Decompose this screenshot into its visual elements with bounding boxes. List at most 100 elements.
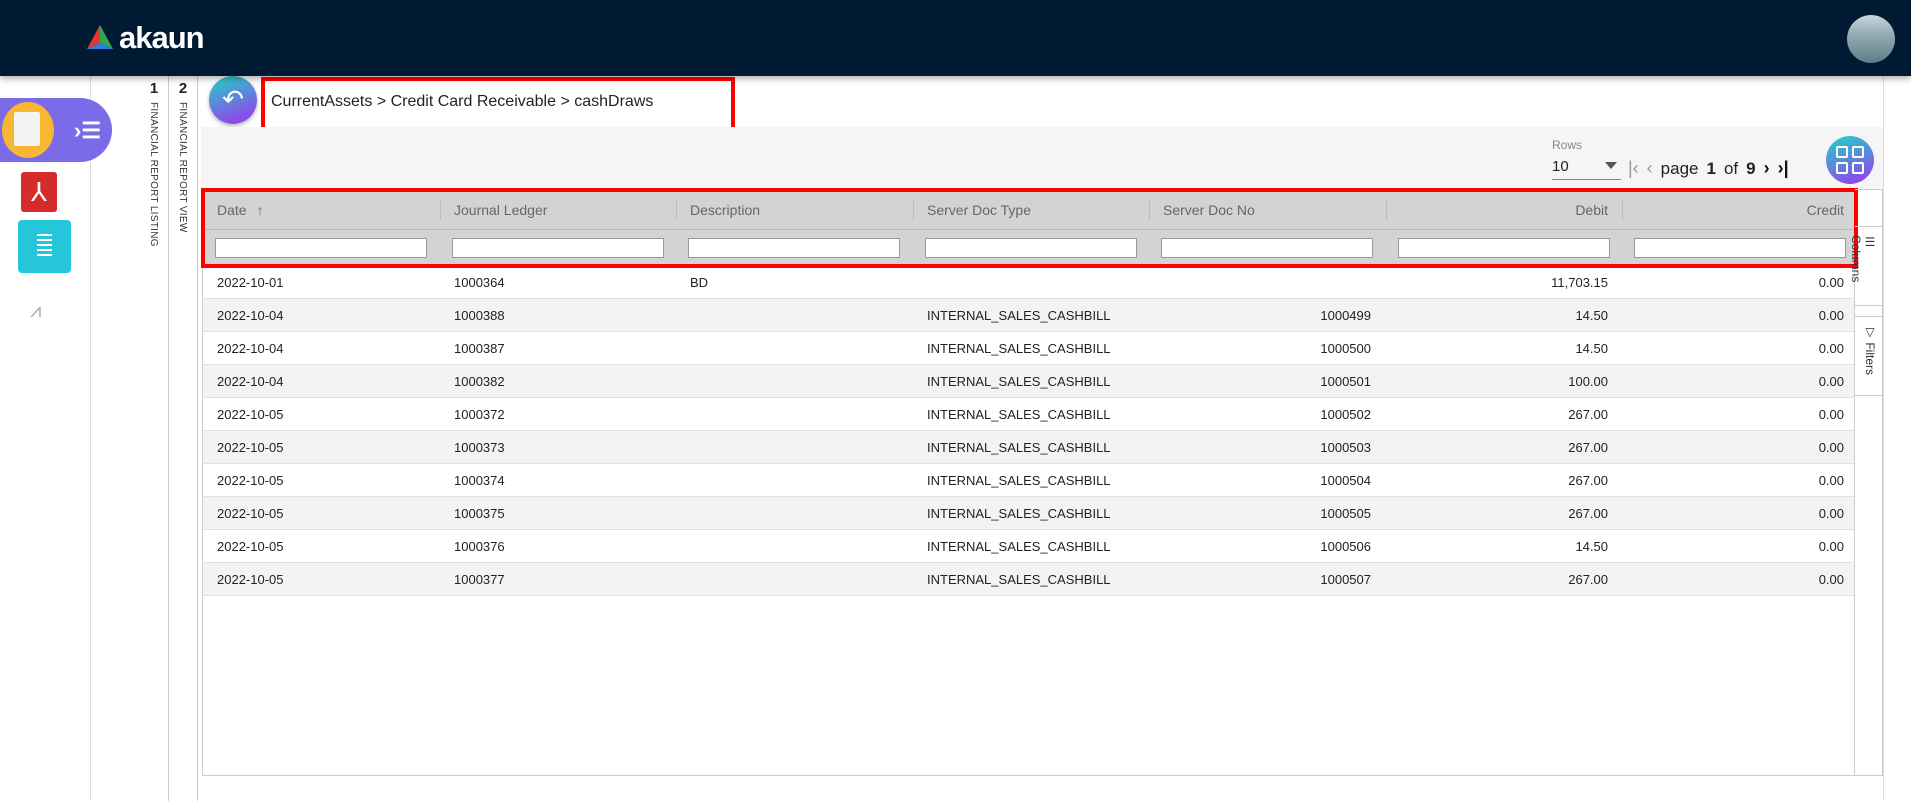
- cell-server-doc-type: INTERNAL_SALES_CASHBILL: [927, 406, 1111, 422]
- filters-panel-button[interactable]: ▽ Filters: [1855, 316, 1883, 396]
- sidebar-active-app[interactable]: ›☰: [0, 98, 112, 162]
- back-arrow-icon: ↶: [222, 84, 244, 114]
- column-header-server-doc-no[interactable]: Server Doc No: [1149, 190, 1385, 229]
- last-page-icon[interactable]: ›|: [1778, 158, 1789, 179]
- column-header-label: Description: [690, 201, 761, 218]
- cell-journal-ledger: 1000382: [454, 373, 505, 389]
- column-header-label: Server Doc No: [1163, 201, 1255, 218]
- table-row[interactable]: 2022-10-04 1000382 INTERNAL_SALES_CASHBILL…: [203, 365, 1854, 398]
- cell-date: 2022-10-04: [217, 340, 284, 356]
- cell-description: [676, 563, 912, 595]
- column-header-description[interactable]: Description: [676, 190, 912, 229]
- table-row[interactable]: 2022-10-05 1000375 INTERNAL_SALES_CASHBILL…: [203, 497, 1854, 530]
- column-header-credit[interactable]: Credit: [1622, 190, 1858, 229]
- table-row[interactable]: 2022-10-04 1000387 INTERNAL_SALES_CASHBILL…: [203, 332, 1854, 365]
- cell-server-doc-type: INTERNAL_SALES_CASHBILL: [927, 505, 1111, 521]
- column-resize-handle[interactable]: [1622, 200, 1623, 220]
- column-header-debit[interactable]: Debit: [1386, 190, 1622, 229]
- cell-description: [676, 530, 912, 562]
- cell-debit: 100.00: [1568, 373, 1608, 389]
- side-panel: ☰ Columns ▽ Filters: [1849, 189, 1883, 776]
- prev-page-icon[interactable]: ‹: [1647, 158, 1653, 179]
- filter-input-server-doc-no[interactable]: [1161, 238, 1373, 258]
- first-page-icon[interactable]: |‹: [1628, 158, 1639, 179]
- cell-credit: 0.00: [1818, 307, 1844, 323]
- column-header-journal-ledger[interactable]: Journal Ledger: [440, 190, 676, 229]
- cell-server-doc-no: 1000505: [1320, 505, 1371, 521]
- back-button[interactable]: ↶: [209, 76, 257, 124]
- column-header-server-doc-type[interactable]: Server Doc Type: [913, 190, 1149, 229]
- filter-input-server-doc-type[interactable]: [925, 238, 1137, 258]
- trend-chart-icon[interactable]: ⩘: [30, 300, 41, 323]
- table-row[interactable]: 2022-10-04 1000388 INTERNAL_SALES_CASHBILL…: [203, 299, 1854, 332]
- cell-server-doc-type: INTERNAL_SALES_CASHBILL: [927, 571, 1111, 587]
- filter-input-description[interactable]: [688, 238, 900, 258]
- tab-financial-report-listing[interactable]: 1 FINANCIAL REPORT LISTING: [140, 76, 169, 801]
- cell-server-doc-no: [1149, 266, 1385, 298]
- current-page: 1: [1706, 158, 1716, 178]
- table-row[interactable]: 2022-10-05 1000372 INTERNAL_SALES_CASHBILL…: [203, 398, 1854, 431]
- cell-description: [676, 332, 912, 364]
- cell-date: 2022-10-04: [217, 373, 284, 389]
- cell-date: 2022-10-05: [217, 472, 284, 488]
- cell-date: 2022-10-05: [217, 571, 284, 587]
- table-header: Date ↑ Journal Ledger Description Server Doc…: [203, 190, 1854, 230]
- cell-server-doc-no: 1000499: [1320, 307, 1371, 323]
- table-row[interactable]: 2022-10-05 1000373 INTERNAL_SALES_CASHBILL…: [203, 431, 1854, 464]
- cell-debit: 267.00: [1568, 406, 1608, 422]
- cell-date: 2022-10-04: [217, 307, 284, 323]
- tab-financial-report-view[interactable]: 2 FINANCIAL REPORT VIEW: [169, 76, 198, 801]
- rows-per-page-select[interactable]: 10: [1552, 156, 1621, 180]
- cell-description: BD: [690, 274, 709, 290]
- table-row[interactable]: 2022-10-05 1000376 INTERNAL_SALES_CASHBILL…: [203, 530, 1854, 563]
- cell-description: [676, 365, 912, 397]
- table-row[interactable]: 2022-10-05 1000377 INTERNAL_SALES_CASHBILL…: [203, 563, 1854, 596]
- tab-label: FINANCIAL REPORT VIEW: [177, 102, 188, 233]
- cell-server-doc-no: 1000506: [1320, 538, 1371, 554]
- menu-toggle-icon[interactable]: ›☰: [74, 118, 101, 144]
- cell-server-doc-no: 1000501: [1320, 373, 1371, 389]
- cell-credit: 0.00: [1818, 373, 1844, 389]
- column-resize-handle[interactable]: [676, 200, 677, 220]
- cell-journal-ledger: 1000388: [454, 307, 505, 323]
- table-row[interactable]: 2022-10-01 1000364 BD 11,703.15 0.00: [203, 266, 1854, 299]
- cell-debit: 267.00: [1568, 505, 1608, 521]
- column-resize-handle[interactable]: [1149, 200, 1150, 220]
- column-resize-handle[interactable]: [440, 200, 441, 220]
- filter-input-journal-ledger[interactable]: [452, 238, 664, 258]
- top-bar: akaun: [0, 0, 1911, 76]
- next-page-icon[interactable]: ›: [1764, 158, 1770, 179]
- cell-credit: 0.00: [1818, 406, 1844, 422]
- calculator-icon[interactable]: [18, 220, 71, 273]
- caret-down-icon: [1605, 162, 1617, 169]
- column-resize-handle[interactable]: [1386, 200, 1387, 220]
- financial-report-app-icon: [2, 102, 54, 158]
- sort-asc-icon[interactable]: ↑: [257, 202, 264, 218]
- filter-row: [203, 230, 1854, 266]
- cell-server-doc-type: [913, 266, 1149, 298]
- cell-journal-ledger: 1000375: [454, 505, 505, 521]
- user-avatar[interactable]: [1847, 15, 1895, 63]
- rows-label: Rows: [1552, 138, 1583, 152]
- cell-server-doc-type: INTERNAL_SALES_CASHBILL: [927, 307, 1111, 323]
- cell-journal-ledger: 1000387: [454, 340, 505, 356]
- columns-panel-button[interactable]: ☰ Columns: [1849, 226, 1883, 306]
- cell-debit: 14.50: [1575, 307, 1608, 323]
- grid-view-button[interactable]: [1826, 136, 1874, 184]
- tab-number: 2: [178, 80, 188, 97]
- column-header-date[interactable]: Date ↑: [203, 190, 439, 229]
- pdf-icon[interactable]: ⅄: [21, 172, 57, 212]
- filter-input-credit[interactable]: [1634, 238, 1846, 258]
- filter-input-debit[interactable]: [1398, 238, 1610, 258]
- cell-journal-ledger: 1000374: [454, 472, 505, 488]
- filter-input-date[interactable]: [215, 238, 427, 258]
- rows-value: 10: [1552, 158, 1569, 175]
- cell-debit: 267.00: [1568, 472, 1608, 488]
- table-row[interactable]: 2022-10-05 1000374 INTERNAL_SALES_CASHBILL…: [203, 464, 1854, 497]
- cell-server-doc-type: INTERNAL_SALES_CASHBILL: [927, 472, 1111, 488]
- cell-server-doc-type: INTERNAL_SALES_CASHBILL: [927, 538, 1111, 554]
- pagination: |‹ ‹ page 1 of 9 › ›|: [1628, 158, 1789, 179]
- cell-credit: 0.00: [1818, 505, 1844, 521]
- column-resize-handle[interactable]: [913, 200, 914, 220]
- akaun-logo[interactable]: akaun: [85, 20, 205, 56]
